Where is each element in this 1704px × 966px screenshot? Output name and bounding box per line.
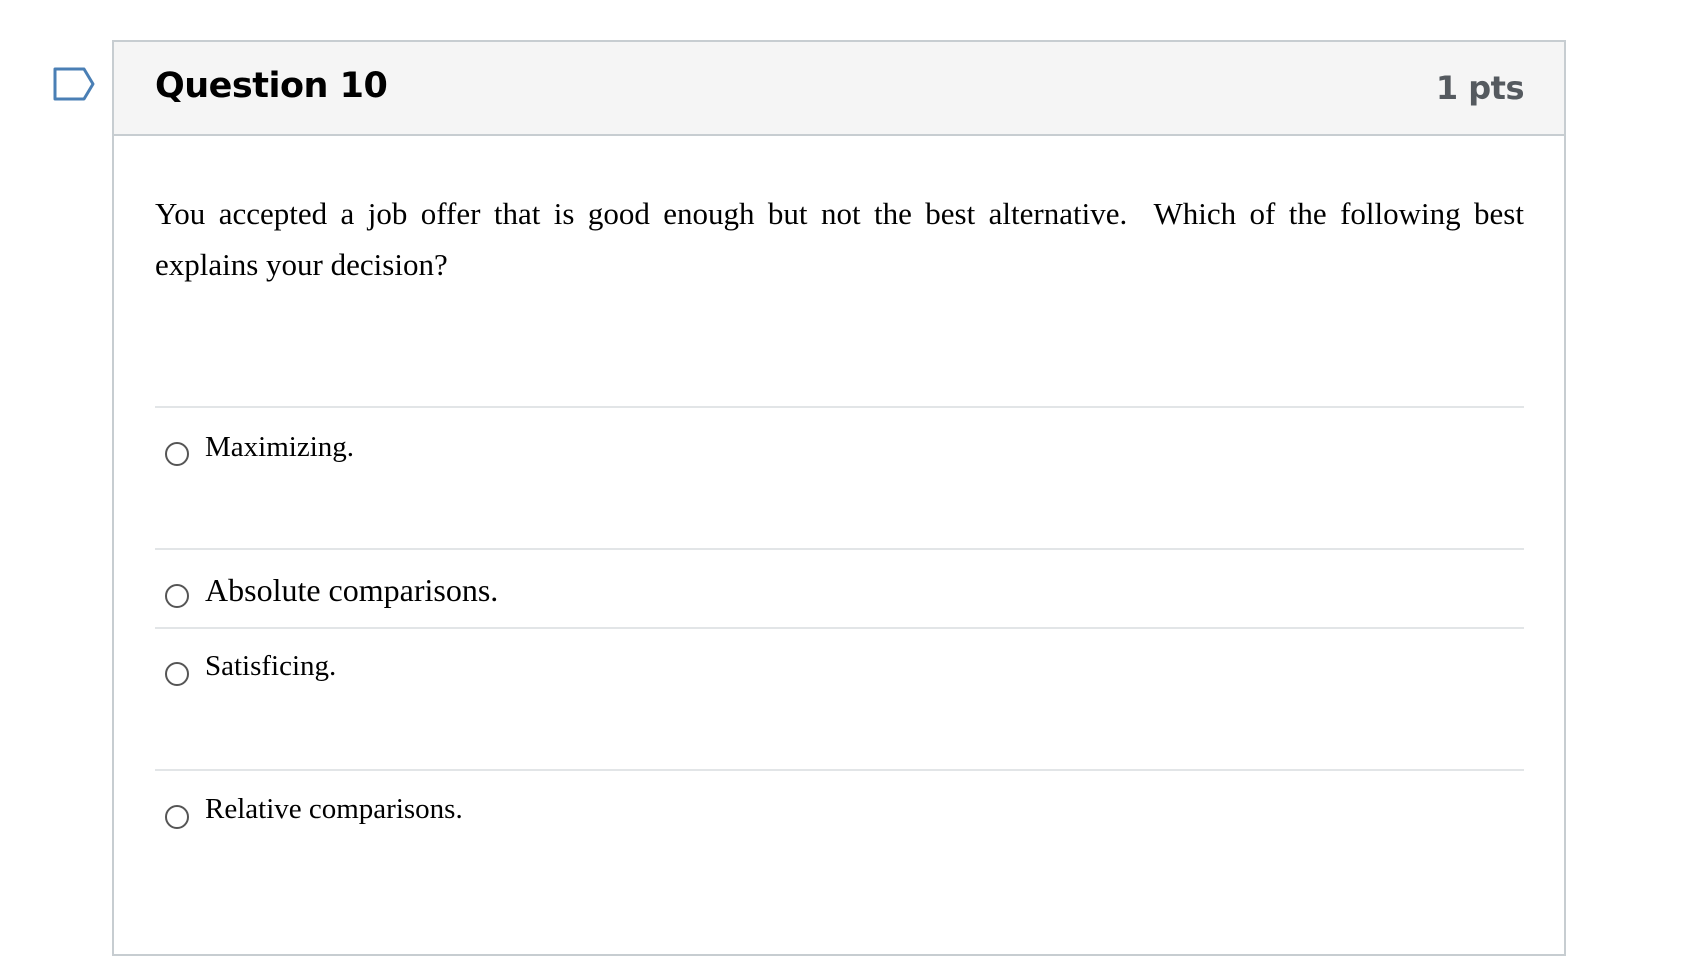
answer-list: Maximizing. Absolute comparisons. Satisf… xyxy=(155,406,1524,849)
answer-label[interactable]: Maximizing. xyxy=(205,430,354,464)
radio-button[interactable] xyxy=(165,584,189,608)
question-text: You accepted a job offer that is good en… xyxy=(155,196,1524,282)
flag-question-icon[interactable] xyxy=(52,66,96,102)
answer-option-satisficing[interactable]: Satisficing. xyxy=(155,627,1524,769)
question-title: Question 10 xyxy=(155,66,388,106)
answer-option-relative-comparisons[interactable]: Relative comparisons. xyxy=(155,769,1524,849)
question-body: You accepted a job offer that is good en… xyxy=(114,188,1564,849)
answer-option-maximizing[interactable]: Maximizing. xyxy=(155,406,1524,548)
answer-label[interactable]: Absolute comparisons. xyxy=(205,570,498,610)
radio-button[interactable] xyxy=(165,442,189,466)
radio-button[interactable] xyxy=(165,805,189,829)
question-header: Question 10 1 pts xyxy=(114,42,1564,136)
answer-label[interactable]: Relative comparisons. xyxy=(205,791,463,827)
question-points: 1 pts xyxy=(1435,69,1525,107)
answer-option-absolute-comparisons[interactable]: Absolute comparisons. xyxy=(155,548,1524,627)
radio-button[interactable] xyxy=(165,662,189,686)
answer-label[interactable]: Satisficing. xyxy=(205,648,336,684)
question-card: Question 10 1 pts You accepted a job off… xyxy=(112,40,1566,956)
